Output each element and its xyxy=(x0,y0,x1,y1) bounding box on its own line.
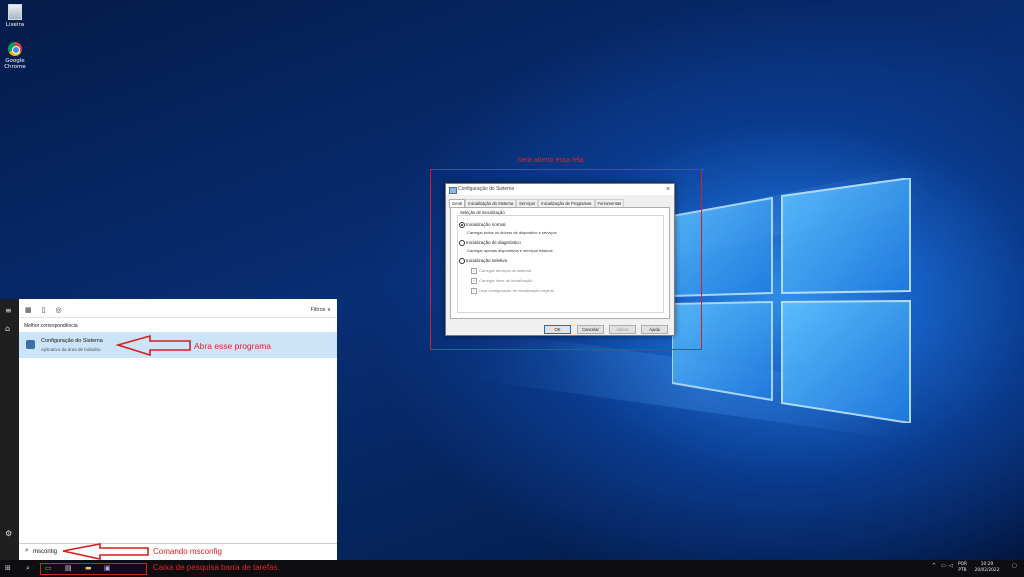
option-label: Inicialização seletiva xyxy=(466,258,508,264)
settings-gear-icon[interactable]: ⚙ xyxy=(5,530,12,538)
option-label: Inicialização normal xyxy=(466,222,506,228)
annotation-taskbar-search: Caixa de pesquisa barra de tarefas. xyxy=(153,563,280,572)
radio-diagnostic-startup[interactable]: Inicialização de diagnóstico xyxy=(459,240,521,246)
dialog-title: Configuração do Sistema xyxy=(458,186,515,192)
search-icon: ⌕ xyxy=(25,547,29,554)
checkbox-checked-icon: ✓ xyxy=(471,278,477,284)
recycle-bin-desktop-icon[interactable]: Lixeira xyxy=(0,4,35,28)
clock-date: 20/02/2022 xyxy=(974,568,1000,573)
clock[interactable]: 10:29 20/02/2022 xyxy=(970,562,1004,574)
search-panel: ▦ ▯ ◎ Filtros ∨ Melhor correspondência Con… xyxy=(19,299,337,561)
result-subtitle: Aplicativo da área de trabalho xyxy=(41,347,101,352)
help-button[interactable]: Ajuda xyxy=(641,325,668,334)
close-icon[interactable]: × xyxy=(666,184,670,195)
apps-grid-icon[interactable]: ▦ xyxy=(25,307,32,314)
option-label: Inicialização de diagnóstico xyxy=(466,240,521,246)
checkbox-original-boot-config[interactable]: ✓ Usar configuração de inicialização orig… xyxy=(471,288,554,294)
checkbox-load-startup-items[interactable]: ✓ Carregar itens de inicialização xyxy=(471,278,533,284)
checkbox-load-system-services[interactable]: ✓ Carregar serviços do sistema xyxy=(471,268,531,274)
radio-icon xyxy=(459,258,465,264)
annotation-taskbar-frame xyxy=(40,563,147,575)
search-category-icons: ▦ ▯ ◎ xyxy=(25,306,72,314)
cancel-button[interactable]: Cancelar xyxy=(577,325,604,334)
checkbox-checked-icon: ✓ xyxy=(471,288,477,294)
search-icon[interactable]: ⌕ xyxy=(26,563,30,573)
radio-selective-startup[interactable]: Inicialização seletiva xyxy=(459,258,507,264)
hamburger-menu-icon[interactable]: ≡ xyxy=(5,307,12,315)
radio-selected-icon xyxy=(459,222,465,228)
tray-chevron-icon[interactable]: ^ xyxy=(932,563,936,569)
document-icon[interactable]: ▯ xyxy=(42,307,46,314)
desktop-icon-label: Chrome xyxy=(4,64,26,70)
divider xyxy=(19,317,337,318)
annotation-screen-note: Será aberto essa tela xyxy=(517,157,584,164)
search-result-system-configuration[interactable]: Configuração do Sistema Aplicativo da ár… xyxy=(19,332,337,358)
checkbox-label: Usar configuração de inicialização origi… xyxy=(479,288,554,294)
group-label: Seleção de inicialização xyxy=(459,210,506,215)
system-configuration-dialog: Configuração do Sistema × Geral Iniciali… xyxy=(445,183,675,336)
apply-button[interactable]: Aplicar xyxy=(609,325,636,334)
system-configuration-icon xyxy=(26,340,35,349)
volume-icon[interactable]: ◁ xyxy=(949,563,953,569)
keyboard-code: PTB xyxy=(958,568,967,573)
start-rail: ≡ ⌂ ⚙ xyxy=(0,299,19,560)
chevron-down-icon: ∨ xyxy=(326,307,331,313)
dialog-titlebar[interactable]: Configuração do Sistema × xyxy=(446,184,674,195)
search-input[interactable] xyxy=(33,547,153,557)
windows-logo-wallpaper xyxy=(672,178,911,423)
result-title: Configuração do Sistema xyxy=(41,338,103,344)
chrome-desktop-icon[interactable]: Google Chrome xyxy=(0,42,35,70)
recycle-bin-icon xyxy=(8,4,22,20)
filters-dropdown[interactable]: Filtros ∨ xyxy=(310,307,331,313)
checkbox-label: Carregar serviços do sistema xyxy=(479,268,532,274)
general-tab-pane: Seleção de inicialização Inicialização n… xyxy=(450,207,670,319)
notifications-icon[interactable]: ▢ xyxy=(1012,563,1017,569)
web-globe-icon[interactable]: ◎ xyxy=(55,307,61,314)
best-match-heading: Melhor correspondência xyxy=(24,323,78,329)
network-icon[interactable]: ▭ xyxy=(941,563,946,569)
annotation-command: Comando msconfig xyxy=(153,547,222,556)
radio-icon xyxy=(459,240,465,246)
msconfig-icon xyxy=(449,187,457,194)
desktop-icon-label: Lixeira xyxy=(5,22,25,28)
windows-start-icon[interactable]: ⊞ xyxy=(5,563,11,573)
chrome-icon xyxy=(8,42,22,56)
checkbox-checked-icon: ✓ xyxy=(471,268,477,274)
radio-normal-startup[interactable]: Inicialização normal xyxy=(459,222,506,228)
language-indicator[interactable]: POR PTB xyxy=(958,562,967,574)
checkbox-label: Carregar itens de inicialização xyxy=(479,278,533,284)
option-description: Carregar todos os drivers de dispositivo… xyxy=(467,230,557,235)
home-icon[interactable]: ⌂ xyxy=(5,325,10,333)
annotation-open-program: Abra esse programa xyxy=(194,341,272,351)
ok-button[interactable]: OK xyxy=(544,325,571,334)
filters-label: Filtros xyxy=(310,307,326,313)
option-description: Carregar apenas dispositivos e serviços … xyxy=(467,248,553,253)
